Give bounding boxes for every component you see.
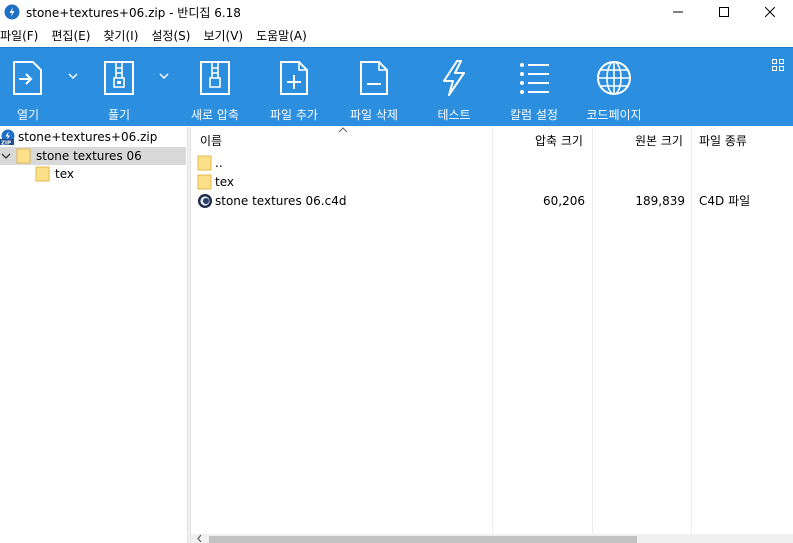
- test-label: 테스트: [437, 108, 471, 122]
- delete-file-icon: [360, 61, 388, 95]
- zip-archive-icon: ZIP: [0, 129, 15, 145]
- file-type: C4D 파일: [699, 194, 751, 208]
- column-settings-label: 칼럼 설정: [510, 108, 558, 122]
- file-name: stone textures 06.c4d: [215, 193, 347, 208]
- menu-file[interactable]: 파일(F): [0, 27, 45, 44]
- lightning-icon: [443, 60, 465, 96]
- extract-zip-icon: [104, 61, 134, 95]
- horizontal-scrollbar[interactable]: [191, 534, 793, 543]
- file-name: ..: [215, 155, 223, 170]
- column-name-label: 이름: [200, 133, 223, 148]
- add-files-button[interactable]: 파일 추가: [265, 48, 323, 127]
- file-compressed-size: 60,206: [543, 193, 585, 208]
- menu-help[interactable]: 도움말(A): [256, 27, 314, 44]
- title-bar: stone+textures+06.zip - 반디집 6.18: [0, 0, 793, 24]
- c4d-file-icon: [198, 193, 212, 208]
- tree-item-tex[interactable]: tex: [35, 165, 185, 183]
- file-name: tex: [215, 174, 234, 189]
- folder-tree: ZIP stone+textures+06.zip stone textures…: [0, 127, 187, 543]
- open-label: 열기: [16, 108, 40, 122]
- column-header-compressed[interactable]: 압축 크기: [535, 127, 583, 153]
- table-row[interactable]: ..: [191, 153, 793, 172]
- sort-ascending-icon: [338, 127, 348, 133]
- codepage-button[interactable]: 코드페이지: [585, 48, 643, 127]
- column-settings-button[interactable]: 칼럼 설정: [505, 48, 563, 127]
- menu-bar: 파일(F) 편집(E) 찾기(I) 설정(S) 보기(V) 도움말(A): [0, 24, 793, 47]
- minimize-icon: [673, 11, 683, 13]
- close-button[interactable]: [747, 0, 793, 24]
- file-original-size: 189,839: [635, 193, 685, 208]
- file-list: 이름 압축 크기 원본 크기 파일 종류 .. tex stone textur…: [191, 127, 793, 543]
- folder-icon: [197, 155, 212, 170]
- column-header-type[interactable]: 파일 종류: [699, 127, 747, 153]
- window-title: stone+textures+06.zip - 반디집 6.18: [26, 5, 241, 20]
- svg-text:ZIP: ZIP: [1, 140, 11, 145]
- close-icon: [765, 7, 775, 17]
- open-button[interactable]: 열기: [4, 48, 52, 127]
- tree-folder-label: stone textures 06: [36, 149, 142, 163]
- menu-settings[interactable]: 설정(S): [151, 27, 197, 44]
- add-files-label: 파일 추가: [270, 108, 318, 122]
- tree-item-stone-textures-06[interactable]: stone textures 06: [0, 147, 186, 165]
- delete-files-button[interactable]: 파일 삭제: [345, 48, 403, 127]
- column-list-icon: [520, 63, 549, 94]
- maximize-button[interactable]: [701, 0, 747, 24]
- new-archive-button[interactable]: 새로 압축: [186, 48, 244, 127]
- codepage-label: 코드페이지: [586, 108, 642, 122]
- menu-edit[interactable]: 편집(E): [51, 27, 97, 44]
- column-header-original[interactable]: 원본 크기: [635, 127, 683, 153]
- maximize-icon: [719, 7, 729, 17]
- folder-icon: [35, 166, 50, 182]
- scroll-left-icon[interactable]: [195, 534, 205, 543]
- scrollbar-thumb[interactable]: [209, 536, 637, 543]
- folder-icon: [197, 174, 212, 189]
- test-button[interactable]: 테스트: [430, 48, 478, 127]
- extract-button[interactable]: 풀기: [95, 48, 143, 127]
- minimize-button[interactable]: [655, 0, 701, 24]
- open-icon: [13, 61, 42, 95]
- table-row[interactable]: tex: [191, 172, 793, 191]
- column-compressed-label: 압축 크기: [535, 133, 583, 148]
- add-file-icon: [280, 61, 308, 95]
- tree-item-archive[interactable]: ZIP stone+textures+06.zip: [0, 128, 187, 146]
- extract-dropdown-icon[interactable]: [159, 72, 169, 80]
- folder-icon: [16, 148, 31, 164]
- new-archive-label: 새로 압축: [191, 108, 239, 122]
- menu-find[interactable]: 찾기(I): [103, 27, 145, 44]
- menu-view[interactable]: 보기(V): [203, 27, 250, 44]
- layout-grid-icon[interactable]: [772, 59, 784, 71]
- chevron-down-icon[interactable]: [1, 151, 11, 161]
- open-dropdown-icon[interactable]: [68, 72, 78, 80]
- column-type-label: 파일 종류: [699, 133, 747, 148]
- table-row[interactable]: stone textures 06.c4d 60,206 189,839 C4D…: [191, 191, 793, 210]
- column-header-name[interactable]: 이름: [200, 127, 222, 153]
- new-archive-icon: [200, 61, 230, 95]
- column-original-label: 원본 크기: [635, 133, 683, 148]
- delete-files-label: 파일 삭제: [350, 108, 398, 122]
- extract-label: 풀기: [107, 108, 131, 122]
- tree-subfolder-label: tex: [55, 167, 74, 181]
- globe-icon: [597, 61, 631, 95]
- bandizip-app-icon: [4, 4, 20, 20]
- toolbar: 열기 풀기 새로 압축 파일 추가 파일 삭제 테스트 칼럼 설정 코드페이지: [0, 47, 793, 126]
- tree-archive-label: stone+textures+06.zip: [18, 130, 158, 144]
